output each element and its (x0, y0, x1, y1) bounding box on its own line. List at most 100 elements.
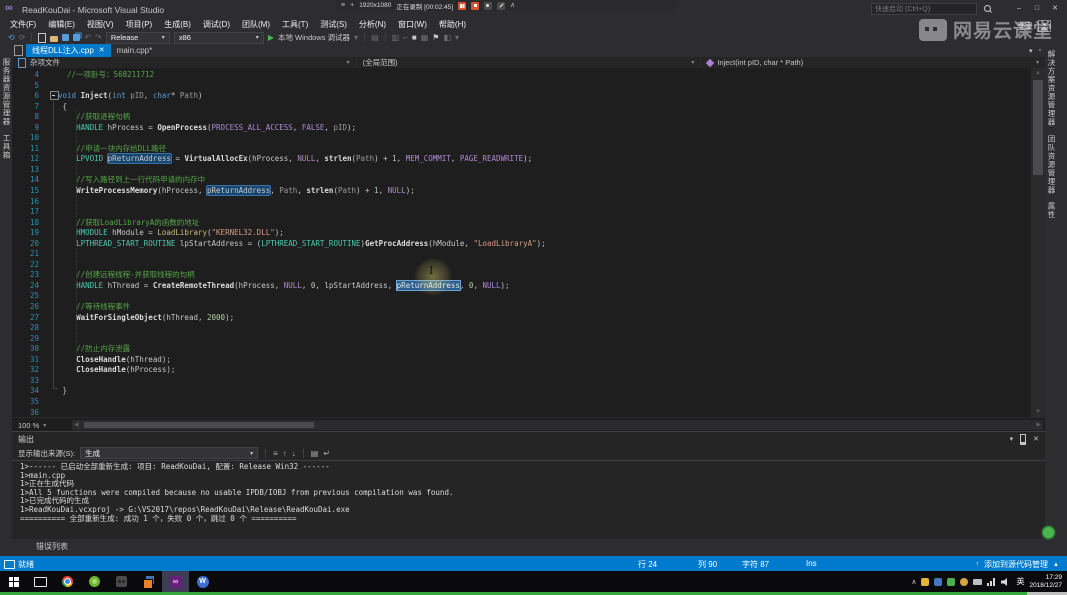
recorder-annotate-button[interactable] (497, 2, 505, 10)
pin-icon[interactable] (1020, 434, 1026, 445)
code-line[interactable]: CloseHandle(hProcess); (58, 365, 1031, 376)
step-over-icon[interactable]: ⌐ (403, 33, 408, 43)
tray-expand-chevron-icon[interactable]: ∧ (911, 578, 916, 586)
vm-taskbar-button[interactable] (135, 571, 162, 592)
recorder-pause-button[interactable] (458, 2, 466, 10)
code-line[interactable] (58, 165, 1031, 176)
w-app-taskbar-button[interactable]: W (189, 571, 216, 592)
tray-app-icon[interactable] (921, 578, 929, 586)
code-line[interactable] (58, 397, 1031, 408)
open-file-icon[interactable] (50, 36, 58, 42)
input-language-indicator[interactable]: 英 (1016, 576, 1024, 587)
code-line[interactable]: void Inject(int pID, char* Path) (58, 91, 1031, 102)
code-line[interactable]: WaitForSingleObject(hThread, 2000); (58, 313, 1031, 324)
code-line[interactable]: HANDLE hThread = CreateRemoteThread(hPro… (58, 281, 1031, 292)
code-line[interactable] (58, 197, 1031, 208)
code-line[interactable] (58, 376, 1031, 387)
menu-item[interactable]: 分析(N) (353, 19, 392, 31)
visual-studio-taskbar-button[interactable]: ∞ (162, 571, 189, 592)
attach-process-icon[interactable]: ▤ (371, 33, 379, 43)
redo-icon[interactable]: ↷ (95, 33, 102, 43)
code-line[interactable] (58, 291, 1031, 302)
code-line[interactable]: //创建远程线程-并获取线程的句柄 (58, 270, 1031, 281)
close-panel-icon[interactable]: ✕ (1033, 435, 1039, 443)
recorder-menu-icon[interactable]: ≡ (341, 1, 345, 10)
output-source-dropdown[interactable]: 生成 ▾ (80, 447, 258, 459)
recorder-collapse-icon[interactable]: ∧ (510, 1, 515, 10)
tray-coin-icon[interactable] (960, 578, 968, 586)
editor-tab[interactable]: main.cpp* (111, 44, 159, 57)
break-all-icon[interactable]: ▥ (392, 33, 400, 43)
right-tool-tab[interactable]: 解决方案资源管理器 (1045, 46, 1058, 131)
code-line[interactable]: //申请一块内存给DLL路径 (58, 144, 1031, 155)
network-icon[interactable] (987, 578, 996, 586)
start-debug-caret-icon[interactable]: ▾ (354, 33, 358, 43)
code-line[interactable] (58, 408, 1031, 418)
next-message-icon[interactable]: ↓ (292, 449, 296, 458)
menu-item[interactable]: 帮助(H) (433, 19, 472, 31)
undo-icon[interactable]: ↶ (84, 33, 91, 43)
previous-message-icon[interactable]: ↑ (283, 449, 287, 458)
code-line[interactable] (58, 207, 1031, 218)
right-tool-tab[interactable]: 团队资源管理器 (1045, 131, 1058, 199)
code-line[interactable] (58, 249, 1031, 260)
tab-error-list[interactable]: 错误列表 (12, 541, 76, 552)
navigate-back-icon[interactable]: ⟲ (8, 33, 15, 43)
editor-vertical-scrollbar[interactable]: ▲ ▼ (1031, 68, 1045, 417)
find-message-icon[interactable]: ≡ (273, 449, 278, 458)
menu-item[interactable]: 测试(S) (314, 19, 353, 31)
code-line[interactable]: //写入路径到上一行代码申请的内存中 (58, 175, 1031, 186)
right-tool-tab[interactable]: 属性 (1045, 198, 1058, 223)
code-fold-toggle-icon[interactable] (50, 91, 59, 100)
start-button[interactable] (0, 571, 27, 592)
add-to-source-control-button[interactable]: ↑ 添加到源代码管理 ▲ (976, 559, 1059, 570)
scroll-down-icon[interactable]: ▼ (1031, 407, 1045, 417)
menu-item[interactable]: 团队(M) (236, 19, 276, 31)
code-line[interactable] (58, 334, 1031, 345)
recorder-move-icon[interactable]: + (350, 1, 354, 10)
code-line[interactable]: CloseHandle(hThread); (58, 355, 1031, 366)
output-panel-header[interactable]: 输出 ▾ ✕ (12, 432, 1045, 446)
browser-taskbar-button[interactable] (81, 571, 108, 592)
recorder-stop-button[interactable] (471, 2, 479, 10)
close-tab-icon[interactable]: ✕ (99, 47, 105, 55)
menu-item[interactable]: 文件(F) (4, 19, 42, 31)
member-scope-dropdown[interactable]: Inject(int pID, char * Path) ▾ (701, 57, 1045, 68)
debugger-taskbar-button[interactable] (108, 571, 135, 592)
task-view-button[interactable] (27, 571, 54, 592)
menu-item[interactable]: 编辑(E) (42, 19, 81, 31)
code-area[interactable]: //一项卧号：568211712void Inject(int pID, cha… (58, 70, 1031, 417)
background-tasks-icon[interactable] (4, 560, 15, 569)
code-line[interactable] (58, 133, 1031, 144)
start-debug-label[interactable]: 本地 Windows 调试器 (278, 33, 350, 43)
code-line[interactable]: WriteProcessMemory(hProcess, pReturnAddr… (58, 186, 1031, 197)
word-wrap-icon[interactable]: ↵ (323, 449, 330, 458)
start-debug-play-icon[interactable]: ▶ (268, 33, 274, 43)
find-in-files-icon[interactable]: ◧ (443, 33, 451, 43)
code-line[interactable]: //防止内存泄露 (58, 344, 1031, 355)
menu-item[interactable]: 视图(V) (81, 19, 120, 31)
code-line[interactable]: LPTHREAD_START_ROUTINE lpStartAddress = … (58, 239, 1031, 250)
tray-keyboard-icon[interactable] (973, 579, 982, 585)
code-line[interactable]: { (58, 102, 1031, 113)
scope-dropdown[interactable]: (全局范围) ▾ (357, 57, 702, 68)
minimize-button[interactable]: – (1011, 2, 1027, 15)
save-icon[interactable] (62, 34, 69, 41)
menu-item[interactable]: 窗口(W) (392, 19, 433, 31)
clear-all-icon[interactable]: ▤ (311, 449, 319, 458)
code-line[interactable]: //获取进程句柄 (58, 112, 1031, 123)
tab-list-chevron-icon[interactable]: ▾ (1029, 47, 1033, 55)
tray-shield-icon[interactable] (934, 578, 942, 586)
menu-item[interactable]: 项目(P) (120, 19, 159, 31)
step-out-icon[interactable]: ▦ (421, 33, 429, 43)
breakpoint-flag-icon[interactable]: ⚑ (432, 33, 439, 43)
menu-item[interactable]: 调试(D) (197, 19, 236, 31)
menu-item[interactable]: 工具(T) (276, 19, 314, 31)
toolbar-options-icon[interactable]: ▾ (455, 33, 459, 43)
configuration-dropdown[interactable]: Release▾ (106, 32, 170, 44)
save-all-icon[interactable] (73, 34, 80, 41)
close-button[interactable]: ✕ (1047, 2, 1063, 15)
window-layout-icon[interactable]: ▫ (1039, 47, 1041, 55)
quick-launch-input[interactable] (871, 3, 977, 15)
scroll-left-icon[interactable]: ◀ (74, 420, 79, 430)
